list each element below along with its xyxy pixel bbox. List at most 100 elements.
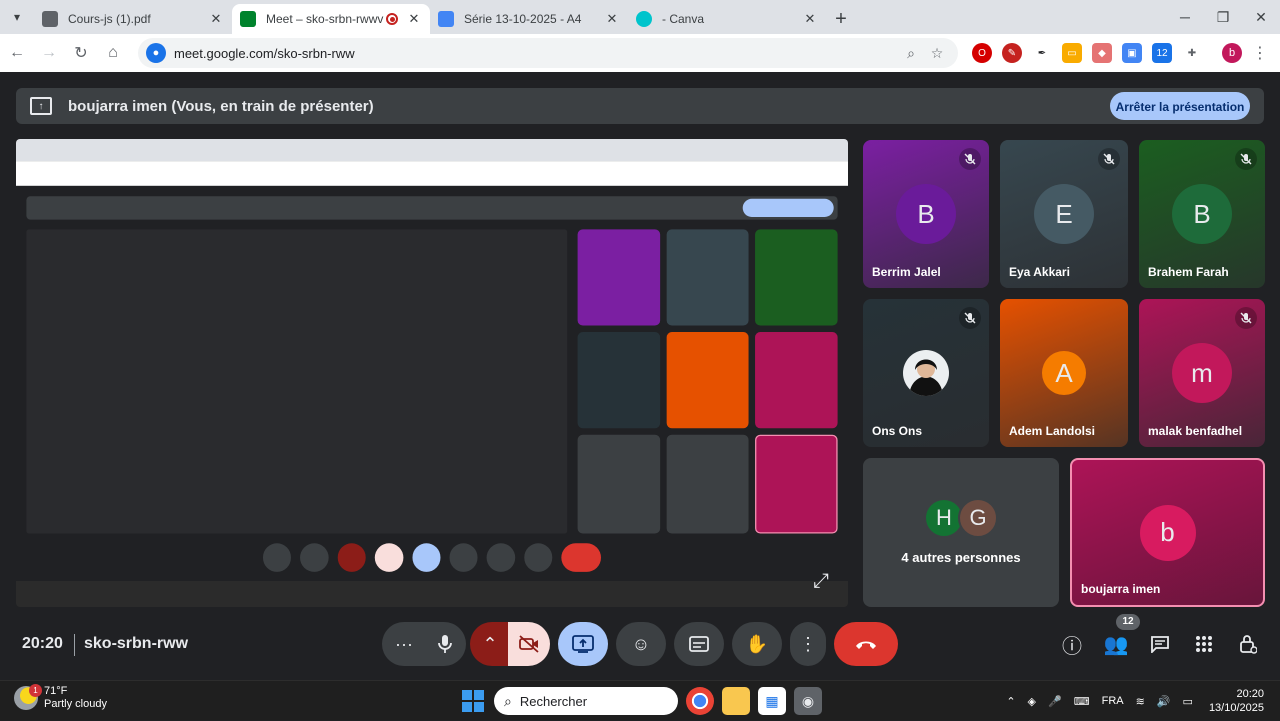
- tab-canva[interactable]: - Canva ✕: [628, 4, 826, 34]
- new-tab-button[interactable]: +: [826, 4, 856, 34]
- present-screen-icon: [572, 635, 594, 653]
- self-tile[interactable]: b boujarra imen: [1070, 458, 1265, 607]
- temperature: 71°F: [44, 685, 68, 697]
- clock-time: 20:20: [1236, 688, 1264, 700]
- close-tab-icon[interactable]: ✕: [406, 11, 422, 27]
- participant-name: Ons Ons: [872, 424, 923, 438]
- home-icon[interactable]: ⌂: [98, 38, 128, 68]
- wifi-icon[interactable]: ≋: [1136, 695, 1145, 708]
- back-icon[interactable]: ←: [2, 38, 32, 68]
- presenting-banner: ↑ boujarra imen (Vous, en train de prése…: [16, 88, 1264, 124]
- site-info-icon[interactable]: ●: [146, 43, 166, 63]
- reload-icon[interactable]: ↻: [66, 38, 96, 68]
- participant-name: Adem Landolsi: [1009, 424, 1096, 438]
- emoji-reactions-button[interactable]: ☺: [616, 622, 666, 666]
- taskbar-search[interactable]: ⌕ Rechercher: [494, 687, 678, 715]
- chat-icon[interactable]: [1140, 624, 1180, 664]
- camera-app-icon[interactable]: ◉: [794, 687, 822, 715]
- search-placeholder: Rechercher: [519, 693, 588, 709]
- audio-options-button[interactable]: ···: [382, 622, 426, 666]
- mic-button[interactable]: [424, 622, 466, 666]
- puzzle-extensions-icon[interactable]: ✚: [1182, 43, 1202, 63]
- present-screen-icon: ↑: [30, 97, 52, 115]
- chrome-taskbar-icon[interactable]: [686, 687, 714, 715]
- battery-icon[interactable]: ▭: [1183, 695, 1193, 708]
- raise-hand-button[interactable]: ✋: [732, 622, 782, 666]
- present-button[interactable]: [558, 622, 608, 666]
- keyboard-icon[interactable]: ⌨: [1074, 695, 1090, 708]
- maximize-icon[interactable]: ❐: [1204, 0, 1242, 34]
- nested-tiles: [26, 229, 568, 534]
- meeting-time: 20:20: [22, 635, 63, 652]
- weather-text: 71°F Partly cloudy: [44, 685, 107, 711]
- zoom-icon[interactable]: ⌕: [898, 45, 924, 62]
- participant-avatar: A: [1042, 351, 1086, 395]
- bookmark-star-icon[interactable]: ☆: [924, 45, 950, 62]
- more-options-button[interactable]: ⋮: [790, 622, 826, 666]
- recording-icon: [386, 13, 398, 25]
- nested-presenting-banner: [26, 196, 838, 220]
- close-tab-icon[interactable]: ✕: [802, 11, 818, 27]
- shared-screen-preview: [16, 139, 848, 607]
- participant-name: Eya Akkari: [1009, 265, 1070, 279]
- browser-menu-icon[interactable]: ⋮: [1252, 43, 1268, 63]
- minimize-icon[interactable]: ─: [1166, 0, 1204, 34]
- expand-preview-icon[interactable]: ⤢: [802, 566, 840, 596]
- hang-up-icon: [856, 641, 876, 649]
- profile-avatar[interactable]: b: [1222, 43, 1242, 63]
- clock[interactable]: 20:20 13/10/2025: [1209, 687, 1264, 715]
- people-icon[interactable]: 👥: [1096, 624, 1136, 664]
- participant-tile[interactable]: B Brahem Farah: [1139, 140, 1265, 288]
- tab-cours-js[interactable]: Cours-js (1).pdf ✕: [34, 4, 232, 34]
- others-tile[interactable]: H G 4 autres personnes: [863, 458, 1059, 607]
- address-bar[interactable]: ● meet.google.com/sko-srbn-rww ⌕ ☆: [138, 38, 958, 68]
- avatar-initial: B: [1193, 198, 1211, 229]
- nested-grid: [577, 229, 838, 534]
- avatar-initial: E: [1055, 198, 1073, 229]
- activities-grid-icon[interactable]: [1184, 624, 1224, 664]
- meeting-info-icon[interactable]: ⓘ: [1052, 624, 1092, 664]
- tab-meet[interactable]: Meet – sko-srbn-rwwv ✕: [232, 4, 430, 34]
- show-hidden-icons[interactable]: ⌃: [1006, 695, 1015, 708]
- camera-off-icon: [519, 635, 539, 653]
- forward-icon[interactable]: →: [34, 38, 64, 68]
- people-count-badge: 12: [1116, 614, 1140, 630]
- leave-call-button[interactable]: [834, 622, 898, 666]
- docs-icon: [438, 11, 454, 27]
- participant-tile[interactable]: A Adem Landolsi: [1000, 299, 1128, 447]
- language-indicator[interactable]: FRA: [1102, 695, 1124, 707]
- host-controls-lock-icon[interactable]: [1228, 624, 1268, 664]
- tab-search-icon[interactable]: ▾: [0, 0, 34, 34]
- close-window-icon[interactable]: ✕: [1242, 0, 1280, 34]
- screen-extension-icon[interactable]: ▣: [1122, 43, 1142, 63]
- participant-tile[interactable]: B Berrim Jalel: [863, 140, 989, 288]
- defender-icon[interactable]: ◈: [1028, 695, 1036, 708]
- nested-tab-bar: [16, 139, 848, 162]
- camera-toggle-button[interactable]: [508, 622, 550, 666]
- eyedropper-extension-icon[interactable]: ✒: [1032, 43, 1052, 63]
- opera-extension-icon[interactable]: O: [972, 43, 992, 63]
- close-tab-icon[interactable]: ✕: [604, 11, 620, 27]
- mic-off-icon: [1235, 148, 1257, 170]
- grid-extension-icon[interactable]: 12: [1152, 43, 1172, 63]
- participant-name: Berrim Jalel: [872, 265, 941, 279]
- participant-tile[interactable]: E Eya Akkari: [1000, 140, 1128, 288]
- meeting-controls: 20:20 sko-srbn-rww ··· ⌃ ☺ ✋ ⋮ ⓘ 👥 12: [0, 614, 1280, 670]
- video-options-button[interactable]: ⌃: [470, 622, 510, 666]
- highlighter-extension-icon[interactable]: ▭: [1062, 43, 1082, 63]
- stop-presenting-button[interactable]: Arrêter la présentation: [1110, 92, 1250, 120]
- pdf-extension-icon[interactable]: ✎: [1002, 43, 1022, 63]
- close-tab-icon[interactable]: ✕: [208, 11, 224, 27]
- tab-serie[interactable]: Série 13-10-2025 - A4 ✕: [430, 4, 628, 34]
- captions-button[interactable]: [674, 622, 724, 666]
- file-explorer-icon[interactable]: [722, 687, 750, 715]
- store-icon[interactable]: ▦: [758, 687, 786, 715]
- avatar-g: G: [958, 497, 998, 538]
- participant-tile[interactable]: Ons Ons: [863, 299, 989, 447]
- weather-widget[interactable]: 1 71°F Partly cloudy: [14, 684, 107, 711]
- volume-icon[interactable]: 🔊: [1157, 695, 1171, 708]
- participant-tile[interactable]: m malak benfadhel: [1139, 299, 1265, 447]
- windows-start-icon[interactable]: [462, 690, 484, 712]
- microphone-icon[interactable]: 🎤: [1048, 695, 1062, 708]
- shield-extension-icon[interactable]: ◆: [1092, 43, 1112, 63]
